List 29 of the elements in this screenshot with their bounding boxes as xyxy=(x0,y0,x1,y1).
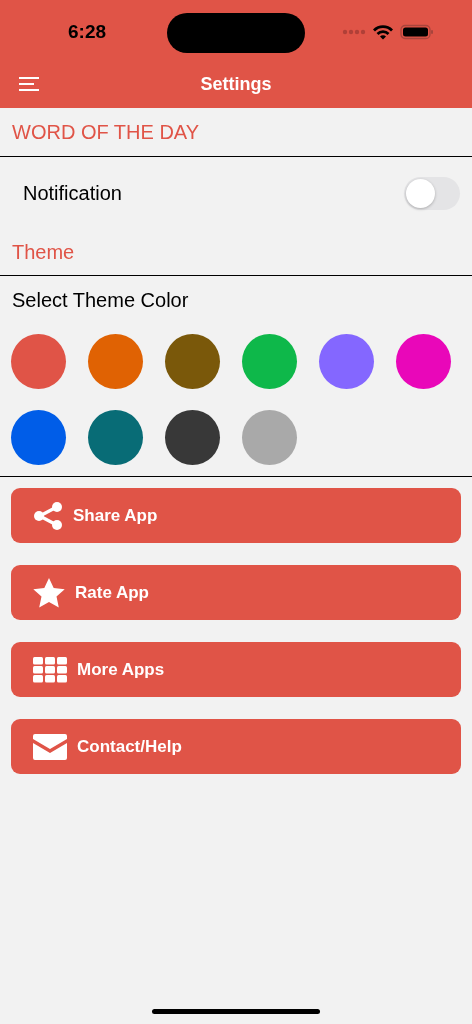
color-swatch[interactable] xyxy=(165,410,220,465)
notification-toggle[interactable] xyxy=(404,176,460,210)
color-swatch[interactable] xyxy=(242,410,297,465)
star-icon xyxy=(33,577,65,608)
action-button[interactable]: More Apps xyxy=(11,642,461,697)
color-swatch[interactable] xyxy=(165,334,220,389)
notification-label: Notification xyxy=(23,181,122,205)
color-swatch[interactable] xyxy=(396,334,451,389)
color-swatch[interactable] xyxy=(11,334,66,389)
color-swatch[interactable] xyxy=(319,334,374,389)
menu-icon[interactable] xyxy=(19,77,39,91)
color-swatch[interactable] xyxy=(88,334,143,389)
action-button[interactable]: Share App xyxy=(11,488,461,543)
share-icon xyxy=(33,501,63,530)
section-header: Theme xyxy=(0,229,472,276)
battery-icon xyxy=(400,24,434,40)
grid-icon xyxy=(33,656,67,683)
theme-subtitle: Select Theme Color xyxy=(11,288,190,312)
action-button[interactable]: Rate App xyxy=(11,565,461,620)
color-swatch[interactable] xyxy=(88,410,143,465)
signal-icon xyxy=(342,29,366,35)
mail-icon xyxy=(33,733,67,760)
action-button[interactable]: Contact/Help xyxy=(11,719,461,774)
color-swatch[interactable] xyxy=(242,334,297,389)
wifi-icon xyxy=(372,24,394,40)
color-swatch[interactable] xyxy=(11,410,66,465)
status-time: 6:28 xyxy=(68,21,107,43)
section-header: WORD OF THE DAY xyxy=(0,108,472,157)
screen-title: Settings xyxy=(200,73,272,95)
